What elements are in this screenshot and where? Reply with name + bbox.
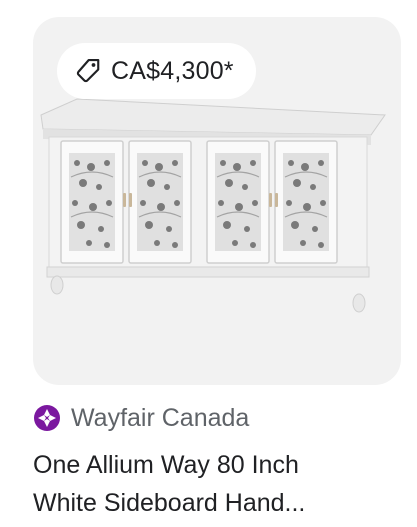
- product-title-line-1: One Allium Way 80 Inch: [33, 451, 299, 479]
- product-image-tile[interactable]: CA$4,300*: [33, 17, 401, 385]
- price-text: CA$4,300*: [111, 56, 234, 85]
- tag-icon: [76, 58, 100, 83]
- product-card[interactable]: CA$4,300* Wayfair Canada One Allium Way …: [0, 0, 417, 527]
- product-title-line-2: White Sideboard Hand...: [33, 489, 306, 517]
- store-source[interactable]: Wayfair Canada: [33, 398, 249, 438]
- product-title[interactable]: One Allium Way 80 Inch White Sideboard H…: [33, 446, 403, 522]
- store-name: Wayfair Canada: [71, 403, 250, 432]
- wayfair-logo-icon: [34, 405, 60, 431]
- price-badge: CA$4,300*: [57, 43, 256, 99]
